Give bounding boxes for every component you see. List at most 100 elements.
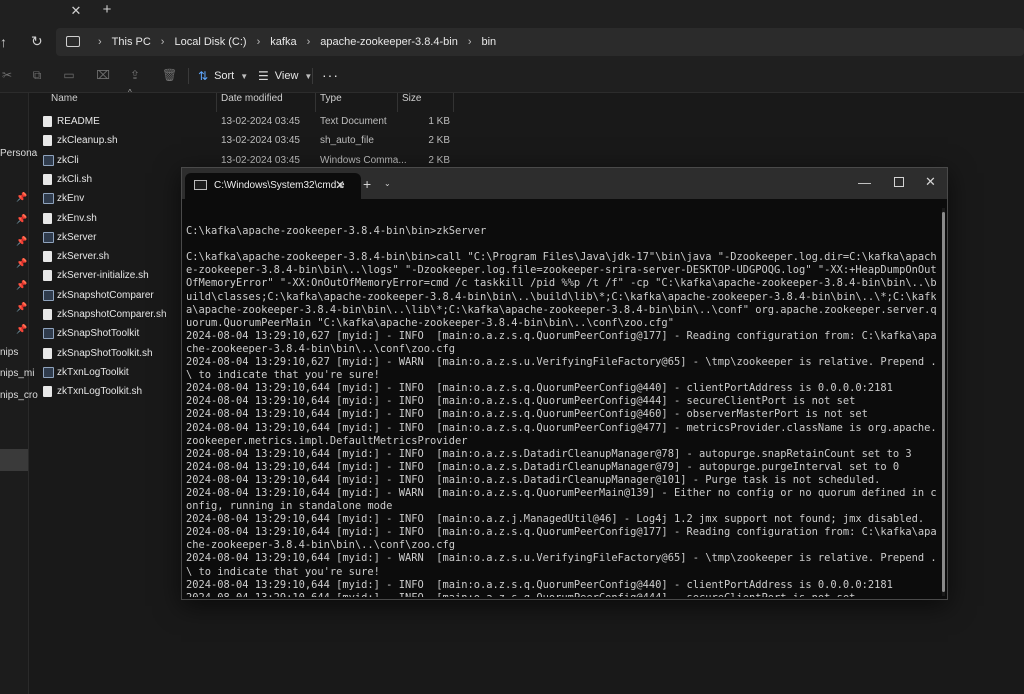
nav-item-selected[interactable] (0, 449, 28, 471)
terminal-line: 2024-08-04 13:29:10,627 [myid:] - WARN [… (186, 356, 936, 369)
column-header-type[interactable]: Type (320, 93, 342, 111)
column-header-date[interactable]: Date modified (221, 93, 283, 111)
terminal-line: che-zookeeper-3.8.4-bin\bin\..\conf\zoo.… (186, 539, 455, 552)
chevron-right-icon[interactable]: › (98, 36, 102, 48)
file-name: zkTxnLogToolkit.sh (57, 386, 143, 398)
delete-icon[interactable]: 🗑 (162, 68, 177, 82)
file-row[interactable]: zkCleanup.sh 13-02-2024 03:45 sh_auto_file… (38, 132, 454, 151)
new-tab-icon[interactable]: + (363, 176, 371, 192)
terminal-line: 2024-08-04 13:29:10,644 [myid:] - INFO [… (186, 526, 936, 539)
terminal-line: che-zookeeper-3.8.4-bin\bin\..\conf\zoo.… (186, 342, 455, 355)
file-row[interactable]: README 13-02-2024 03:45 Text Document 1 KB (38, 113, 454, 132)
toolbar-divider (188, 68, 189, 84)
terminal-line: 2024-08-04 13:29:10,644 [myid:] - INFO [… (186, 382, 893, 395)
close-icon[interactable]: ✕ (925, 174, 936, 190)
file-icon (43, 135, 52, 147)
cmd-file-icon (43, 366, 54, 378)
chevron-right-icon[interactable]: › (257, 36, 261, 48)
address-row: ↑ ↻ › This PC › Local Disk (C:) › kafka … (0, 24, 1024, 60)
terminal-line: C:\kafka\apache-zookeeper-3.8.4-bin\bin>… (186, 251, 936, 264)
file-name: zkServer.sh (57, 251, 110, 263)
terminal-line: \ to indicate that you're sure! (186, 369, 380, 382)
chevron-right-icon[interactable]: › (307, 36, 311, 48)
breadcrumb-this-pc[interactable]: This PC (112, 36, 151, 48)
rename-icon[interactable]: ⌧ (96, 68, 110, 82)
terminal-line: uild\classes;C:\kafka\apache-zookeeper-3… (186, 290, 936, 303)
file-name: zkSnapshotComparer (57, 289, 154, 301)
column-divider[interactable] (216, 93, 217, 112)
breadcrumb-zookeeper[interactable]: apache-zookeeper-3.8.4-bin (320, 36, 458, 48)
cut-icon[interactable]: ✂ (0, 68, 14, 82)
chevron-right-icon[interactable]: › (468, 36, 472, 48)
scrollbar-thumb[interactable] (942, 212, 945, 592)
copy-icon[interactable]: ⧉ (30, 68, 44, 82)
file-name: zkServer-initialize.sh (57, 270, 149, 282)
more-options-button[interactable]: ··· (322, 67, 339, 83)
terminal-line: 2024-08-04 13:29:10,627 [myid:] - INFO [… (186, 329, 936, 342)
terminal-line: e-zookeeper-3.8.4-bin\bin\..\logs" "-Dzo… (186, 264, 936, 277)
sort-icon: ⇅ (198, 69, 209, 83)
chevron-down-icon[interactable]: ⌄ (384, 179, 391, 188)
paste-icon[interactable]: ▭ (62, 68, 76, 82)
file-name: zkEnv (57, 193, 85, 205)
cmd-file-icon (43, 289, 54, 301)
nav-item-nips[interactable]: nips (0, 347, 18, 358)
terminal-line: uorum.QuorumPeerMain "C:\kafka\apache-zo… (186, 316, 674, 329)
file-size: 2 KB (428, 135, 450, 147)
file-name: zkServer (57, 231, 97, 243)
share-icon[interactable]: ⇪ (128, 68, 142, 82)
explorer-tab-strip: ✕ + (0, 0, 1024, 24)
file-name: zkTxnLogToolkit (57, 366, 129, 378)
up-arrow-icon[interactable]: ↑ (0, 34, 7, 50)
chevron-right-icon[interactable]: › (161, 36, 165, 48)
file-icon (43, 309, 52, 320)
pin-icon: 📌 (16, 192, 28, 202)
sort-button[interactable]: ⇅ Sort ▼ (198, 66, 248, 86)
cmd-file-icon (43, 154, 54, 166)
nav-item-nips-cro[interactable]: nips_cro (0, 390, 38, 401)
pin-icon: 📌 (16, 236, 28, 246)
terminal-line: 2024-08-04 13:29:10,644 [myid:] - INFO [… (186, 513, 925, 526)
breadcrumb-bin[interactable]: bin (482, 36, 497, 48)
file-type: sh_auto_file (320, 135, 374, 147)
refresh-icon[interactable]: ↻ (31, 33, 43, 50)
breadcrumb-kafka[interactable]: kafka (270, 36, 296, 48)
nav-item-nips-mi[interactable]: nips_mi (0, 368, 34, 379)
column-divider[interactable] (315, 93, 316, 112)
new-tab-icon[interactable]: + (100, 2, 114, 17)
file-name: zkCli (57, 154, 79, 166)
terminal-output[interactable]: C:\kafka\apache-zookeeper-3.8.4-bin\bin>… (186, 212, 936, 597)
terminal-line: 2024-08-04 13:29:10,644 [myid:] - INFO [… (186, 395, 856, 408)
minimize-icon[interactable]: — (858, 175, 871, 190)
column-header-size[interactable]: Size (402, 93, 421, 111)
terminal-tab-title: C:\Windows\System32\cmd.e (214, 180, 345, 191)
column-header-name[interactable]: Name (51, 93, 78, 111)
text-file-icon (43, 116, 52, 127)
file-size: 1 KB (428, 116, 450, 127)
breadcrumb-local-disk[interactable]: Local Disk (C:) (174, 36, 246, 48)
cmd-window[interactable]: C:\Windows\System32\cmd.e ✕ + ⌄ — ✕ C:\k… (181, 167, 948, 600)
view-icon: ☰ (258, 69, 269, 83)
address-bar[interactable]: › This PC › Local Disk (C:) › kafka › ap… (56, 28, 1024, 56)
pin-icon: 📌 (16, 302, 28, 312)
sort-ascending-icon: ^ (128, 88, 132, 97)
view-button[interactable]: ☰ View ▼ (258, 66, 312, 86)
close-tab-icon[interactable]: ✕ (335, 178, 345, 192)
tab-close-icon[interactable]: ✕ (69, 4, 83, 18)
file-type: Text Document (320, 116, 387, 127)
maximize-icon[interactable] (894, 177, 904, 187)
terminal-title-bar[interactable]: C:\Windows\System32\cmd.e ✕ + ⌄ — ✕ (182, 168, 947, 199)
cmd-file-icon (43, 231, 54, 243)
column-divider[interactable] (453, 93, 454, 112)
column-divider[interactable] (397, 93, 398, 112)
view-label: View (274, 70, 299, 82)
file-name: zkCli.sh (57, 173, 93, 185)
cmd-file-icon (43, 193, 54, 205)
terminal-line: 2024-08-04 13:29:10,644 [myid:] - INFO [… (186, 578, 893, 591)
file-name: zkSnapShotToolkit (57, 328, 140, 340)
terminal-tab[interactable]: C:\Windows\System32\cmd.e ✕ (185, 173, 361, 199)
nav-item-personal[interactable]: Persona (0, 148, 37, 159)
scrollbar[interactable] (942, 208, 945, 596)
cmd-icon (194, 180, 207, 190)
